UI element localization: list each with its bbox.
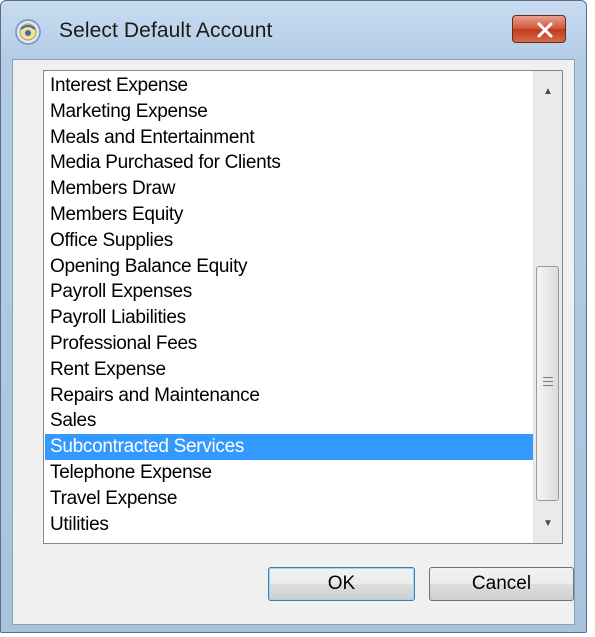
- list-item[interactable]: Subcontracted Services: [45, 434, 538, 460]
- scroll-thumb[interactable]: [536, 266, 559, 501]
- vertical-scrollbar[interactable]: ▲ ▼: [533, 71, 562, 543]
- ok-button[interactable]: OK: [268, 567, 415, 601]
- list-item[interactable]: Payroll Expenses: [45, 279, 538, 305]
- list-item[interactable]: Office Supplies: [45, 228, 538, 254]
- scroll-down-button[interactable]: ▼: [534, 509, 562, 537]
- list-item[interactable]: Telephone Expense: [45, 460, 538, 486]
- list-item[interactable]: Members Draw: [45, 176, 538, 202]
- list-item[interactable]: Professional Fees: [45, 331, 538, 357]
- list-item[interactable]: Travel Expense: [45, 486, 538, 512]
- dialog-window: Select Default Account Interest Expense M…: [0, 0, 587, 633]
- title-bar[interactable]: Select Default Account: [1, 1, 586, 59]
- list-item[interactable]: Rent Expense: [45, 357, 538, 383]
- list-item[interactable]: Media Purchased for Clients: [45, 150, 538, 176]
- close-icon: [537, 22, 553, 38]
- dialog-body: Interest Expense Marketing Expense Meals a…: [12, 59, 575, 625]
- list-item[interactable]: Utilities: [45, 512, 538, 538]
- dialog-title: Select Default Account: [59, 19, 273, 42]
- app-icon: [14, 18, 42, 46]
- grip-icon: [543, 377, 553, 389]
- account-list: Interest Expense Marketing Expense Meals a…: [45, 73, 538, 537]
- list-item[interactable]: Opening Balance Equity: [45, 254, 538, 280]
- list-item[interactable]: Meals and Entertainment: [45, 125, 538, 151]
- cancel-button[interactable]: Cancel: [429, 567, 574, 601]
- scroll-up-button[interactable]: ▲: [534, 77, 562, 105]
- arrow-down-icon: ▼: [543, 517, 553, 529]
- list-item[interactable]: Marketing Expense: [45, 99, 538, 125]
- list-item[interactable]: Interest Expense: [45, 73, 538, 99]
- list-item[interactable]: Sales: [45, 408, 538, 434]
- list-item[interactable]: Members Equity: [45, 202, 538, 228]
- arrow-up-icon: ▲: [543, 85, 553, 97]
- list-item[interactable]: Payroll Liabilities: [45, 305, 538, 331]
- account-listbox[interactable]: Interest Expense Marketing Expense Meals a…: [43, 70, 563, 544]
- list-item[interactable]: Repairs and Maintenance: [45, 383, 538, 409]
- close-button[interactable]: [512, 15, 566, 43]
